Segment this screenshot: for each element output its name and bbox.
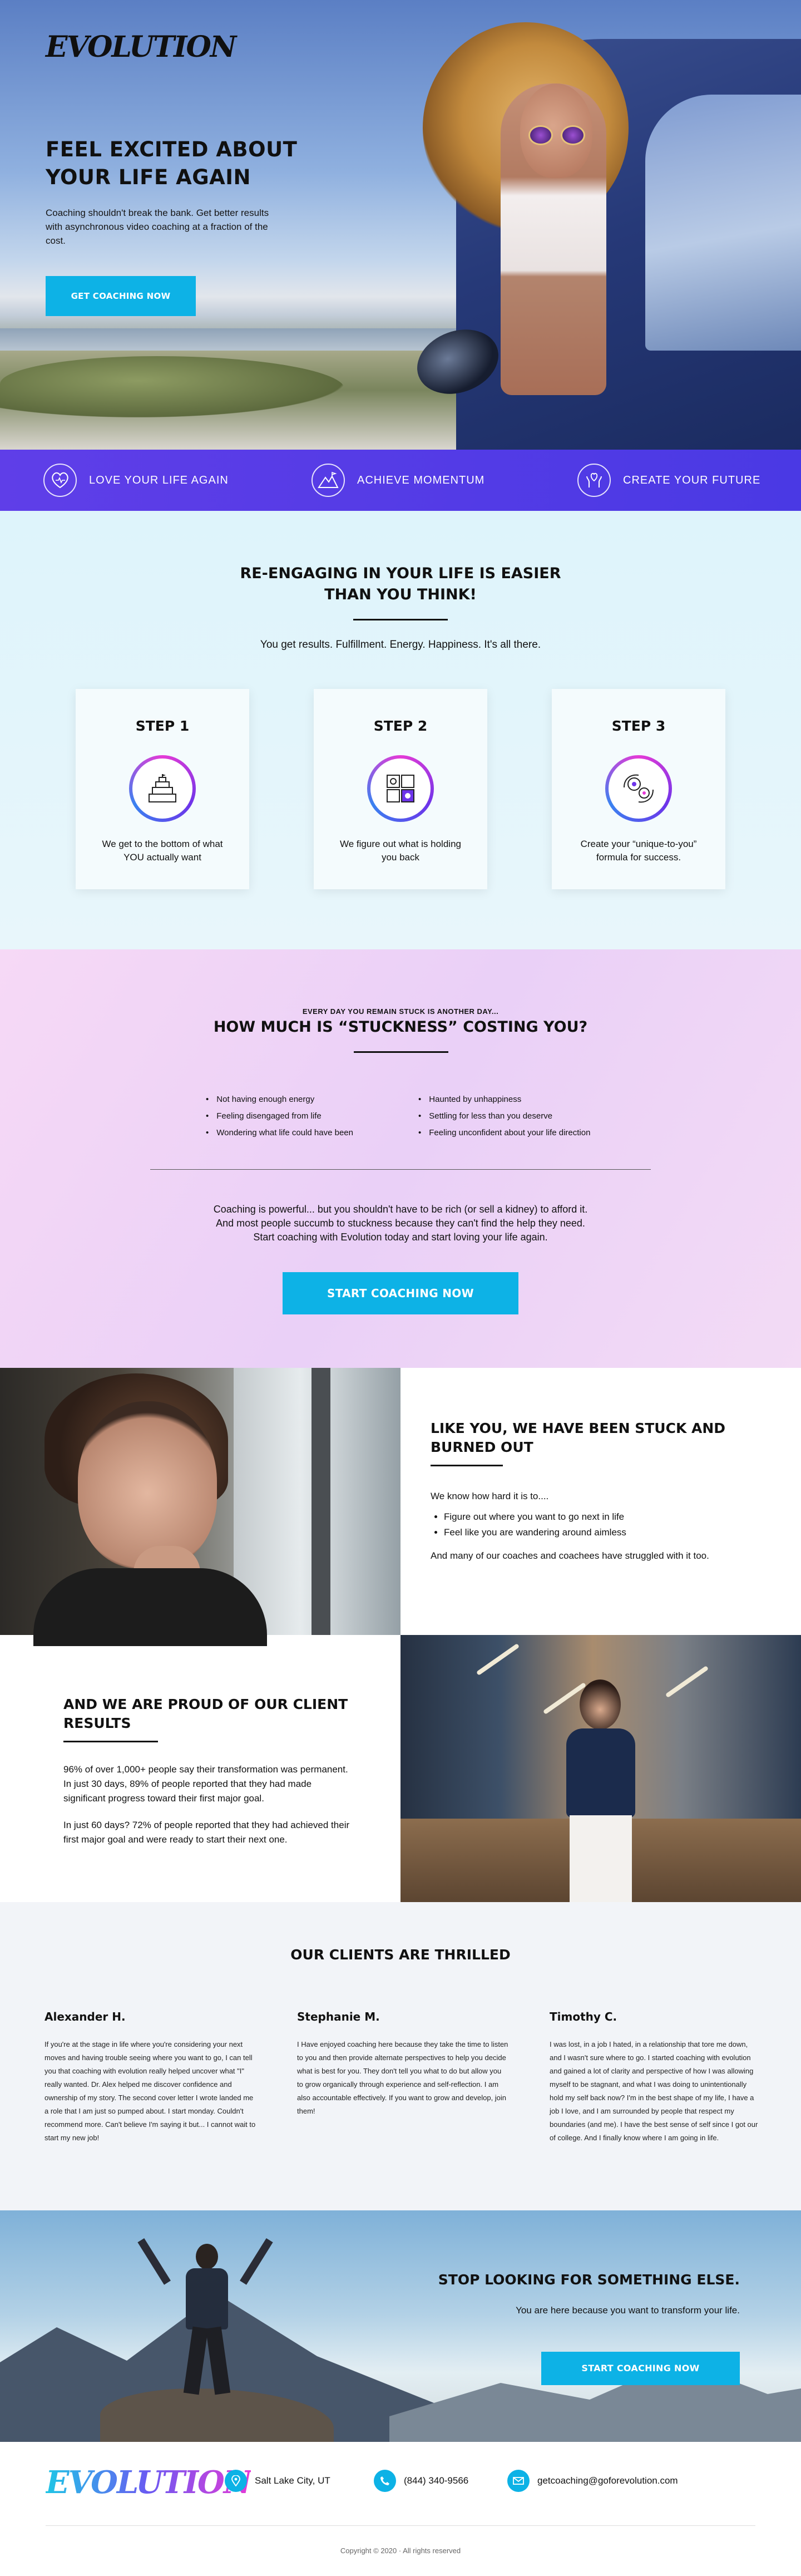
puzzle-icon (370, 758, 431, 819)
step-card-3: STEP 3 Create your “unique-to-you” formu… (552, 689, 725, 889)
get-coaching-button[interactable]: GET COACHING NOW (46, 276, 196, 316)
testimonial-name: Timothy C. (550, 2010, 617, 2023)
step-title: STEP 2 (373, 718, 428, 734)
steps-title: RE-ENGAGING IN YOUR LIFE IS EASIER THAN Y… (240, 565, 561, 603)
testimonial-text: I was lost, in a job I hated, in a relat… (550, 2040, 758, 2142)
hands-icon (577, 464, 611, 497)
pyramid-icon (132, 758, 192, 819)
band-label: ACHIEVE MOMENTUM (357, 474, 485, 486)
testimonial-name: Stephanie M. (297, 2010, 380, 2023)
footer-phone[interactable]: (844) 340-9566 (374, 2470, 468, 2492)
footer-logo[interactable]: EVOLUTION (46, 2464, 252, 2501)
steps-section: RE-ENGAGING IN YOUR LIFE IS EASIER THAN Y… (0, 511, 801, 949)
testimonials-title: OUR CLIENTS ARE THRILLED (290, 1947, 511, 1963)
site-logo[interactable]: EVOLUTION (46, 30, 236, 64)
stuck-title: HOW MUCH IS “STUCKNESS” COSTING YOU? (213, 1018, 588, 1036)
stuck-paragraph: Coaching is powerful... but you shouldn'… (213, 1204, 588, 1243)
footer-email[interactable]: getcoaching@goforevolution.com (507, 2470, 678, 2492)
list-item: Wondering what life could have been (206, 1125, 353, 1141)
band-label: CREATE YOUR FUTURE (623, 474, 761, 486)
results-paragraph-2: In just 60 days? 72% of people reported … (63, 1820, 350, 1845)
phone-icon (374, 2470, 396, 2492)
title-divider (354, 1051, 448, 1053)
title-divider (431, 1465, 503, 1466)
results-paragraph-1: 96% of over 1,000+ people say their tran… (63, 1764, 348, 1804)
stuck-story-list: Figure out where you want to go next in … (444, 1509, 731, 1540)
section-divider (150, 1169, 651, 1170)
start-coaching-button[interactable]: START COACHING NOW (283, 1272, 518, 1314)
mountain-icon (312, 464, 345, 497)
results-title: AND WE ARE PROUD OF OUR CLIENT RESULTS (63, 1696, 348, 1731)
stuck-list-right: Haunted by unhappiness Settling for less… (418, 1091, 590, 1141)
step-text: Create your “unique-to-you” formula for … (580, 839, 697, 863)
footer-location-text: Salt Lake City, UT (255, 2475, 330, 2486)
footer-location: Salt Lake City, UT (225, 2470, 330, 2492)
stuck-list-left: Not having enough energy Feeling disenga… (206, 1091, 353, 1141)
copyright: Copyright © 2020 · All rights reserved (340, 2547, 461, 2555)
stuck-story-intro: We know how hard it is to.... (431, 1491, 549, 1501)
heart-icon (43, 464, 77, 497)
band-item-love: LOVE YOUR LIFE AGAIN (43, 464, 229, 497)
list-item: Settling for less than you deserve (418, 1108, 590, 1125)
hiker-figure (137, 2233, 273, 2400)
start-coaching-button[interactable]: START COACHING NOW (541, 2352, 740, 2385)
footer-phone-text[interactable]: (844) 340-9566 (404, 2475, 468, 2486)
site-footer: EVOLUTION Salt Lake City, UT (844) 340-9… (0, 2442, 801, 2568)
hero-text: Coaching shouldn't break the bank. Get b… (46, 208, 269, 246)
list-item: Feel like you are wandering around aimle… (444, 1525, 731, 1540)
step-icon-ring (129, 755, 196, 822)
cta-section: STOP LOOKING FOR SOMETHING ELSE. You are… (0, 2210, 801, 2442)
step-card-1: STEP 1 We get to the bottom of what YOU … (76, 689, 249, 889)
results-section: AND WE ARE PROUD OF OUR CLIENT RESULTS 9… (0, 1635, 801, 1902)
testimonials-section: OUR CLIENTS ARE THRILLED Alexander H. If… (0, 1902, 801, 2210)
stuck-story-title: LIKE YOU, WE HAVE BEEN STUCK AND BURNED … (431, 1420, 726, 1455)
step-icon-ring (605, 755, 672, 822)
testimonial-text: I Have enjoyed coaching here because the… (297, 2040, 508, 2115)
stuckness-section: EVERY DAY YOU REMAIN STUCK IS ANOTHER DA… (0, 949, 801, 1368)
stuck-kicker: EVERY DAY YOU REMAIN STUCK IS ANOTHER DA… (302, 1007, 499, 1016)
hero-car-window (645, 95, 801, 351)
hero-section: EVOLUTION FEEL EXCITED ABOUT YOUR LIFE A… (0, 0, 801, 450)
band-label: LOVE YOUR LIFE AGAIN (89, 474, 229, 486)
gears-icon (609, 758, 669, 819)
step-title: STEP 1 (135, 718, 190, 734)
mail-icon (507, 2470, 530, 2492)
testimonial-card: Stephanie M. I Have enjoyed coaching her… (297, 2010, 508, 2118)
steps-lead: You get results. Fulfillment. Energy. Ha… (260, 639, 541, 651)
thoughtful-woman-photo (0, 1368, 400, 1646)
list-item: Feeling disengaged from life (206, 1108, 353, 1125)
step-icon-ring (367, 755, 434, 822)
cta-text: You are here because you want to transfo… (516, 2305, 740, 2316)
testimonial-text: If you're at the stage in life where you… (44, 2040, 256, 2142)
stuck-story-section: LIKE YOU, WE HAVE BEEN STUCK AND BURNED … (0, 1368, 801, 1646)
stuck-story-text: LIKE YOU, WE HAVE BEEN STUCK AND BURNED … (431, 1419, 731, 1563)
hero-sunglasses (528, 125, 590, 146)
step-title: STEP 3 (611, 718, 666, 734)
step-card-2: STEP 2 We figure out what is holding you… (314, 689, 487, 889)
step-text: We figure out what is holding you back (340, 839, 461, 863)
testimonial-card: Alexander H. If you're at the stage in l… (44, 2010, 256, 2145)
list-item: Haunted by unhappiness (418, 1091, 590, 1108)
results-text: AND WE ARE PROUD OF OUR CLIENT RESULTS 9… (63, 1695, 353, 1847)
band-item-future: CREATE YOUR FUTURE (577, 464, 760, 497)
footer-email-text[interactable]: getcoaching@goforevolution.com (537, 2475, 678, 2486)
list-item: Feeling unconfident about your life dire… (418, 1125, 590, 1141)
stuck-story-outro: And many of our coaches and coachees hav… (431, 1550, 709, 1561)
footer-divider (46, 2525, 755, 2526)
list-item: Not having enough energy (206, 1091, 353, 1108)
band-item-momentum: ACHIEVE MOMENTUM (312, 464, 484, 497)
testimonial-name: Alexander H. (44, 2010, 126, 2023)
benefits-band: LOVE YOUR LIFE AGAIN ACHIEVE MOMENTUM CR… (0, 450, 801, 511)
testimonial-card: Timothy C. I was lost, in a job I hated,… (550, 2010, 761, 2145)
celebrating-woman-photo (400, 1635, 801, 1902)
title-divider (353, 619, 448, 620)
location-pin-icon (225, 2470, 247, 2492)
list-item: Figure out where you want to go next in … (444, 1509, 731, 1525)
step-text: We get to the bottom of what YOU actuall… (102, 839, 223, 863)
hero-title: FEEL EXCITED ABOUT YOUR LIFE AGAIN (46, 137, 298, 189)
title-divider (63, 1741, 158, 1742)
cta-title: STOP LOOKING FOR SOMETHING ELSE. (438, 2272, 740, 2288)
